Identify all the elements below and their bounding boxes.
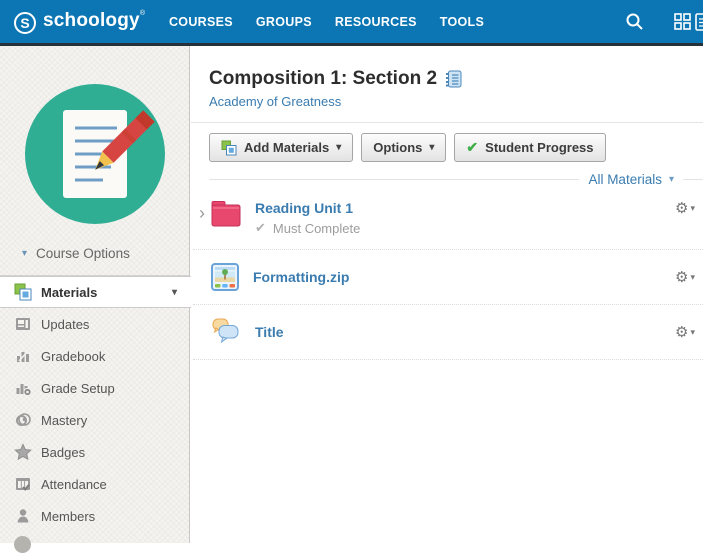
sidebar-item-partial-icon <box>14 536 31 553</box>
course-options-label: Course Options <box>36 246 130 261</box>
student-progress-label: Student Progress <box>485 140 593 155</box>
sidebar-item-label: Gradebook <box>41 349 105 364</box>
chevron-down-icon: ▾ <box>690 203 695 214</box>
add-materials-icon <box>221 140 237 156</box>
gradebook-icon <box>14 347 32 365</box>
badges-icon <box>14 443 32 461</box>
course-options-toggle[interactable]: ▾ Course Options <box>22 246 189 261</box>
expand-folder-chevron[interactable]: › <box>199 203 205 223</box>
course-menu: Materials ▾ Updates Gradebook <box>0 276 189 532</box>
material-link[interactable]: Reading Unit 1 <box>255 200 360 216</box>
gear-icon: ⚙ <box>675 199 688 217</box>
logo-text: schoology <box>43 10 140 31</box>
sidebar-item-label: Grade Setup <box>41 381 115 396</box>
attendance-icon <box>14 475 32 493</box>
grade-setup-icon <box>14 379 32 397</box>
chevron-down-icon: ▾ <box>690 327 695 338</box>
materials-list: › Reading Unit 1 ✔ Must Complete ⚙ ▾ <box>193 187 703 360</box>
sidebar-item-label: Badges <box>41 445 85 460</box>
material-row-folder: › Reading Unit 1 ✔ Must Complete ⚙ ▾ <box>193 187 703 250</box>
options-label: Options <box>373 140 422 155</box>
material-row-file: Formatting.zip ⚙ ▾ <box>193 250 703 305</box>
logo-trademark: ® <box>140 10 145 17</box>
notebook-icon <box>445 70 462 88</box>
row-settings-gear[interactable]: ⚙ ▾ <box>675 199 695 217</box>
calendar-icon[interactable] <box>695 12 703 32</box>
materials-toolbar: Add Materials ▾ Options ▾ ✔ Student Prog… <box>209 133 703 162</box>
school-link[interactable]: Academy of Greatness <box>209 94 703 109</box>
nav-resources[interactable]: RESOURCES <box>335 15 417 29</box>
sidebar-item-updates[interactable]: Updates <box>0 308 189 340</box>
course-avatar <box>25 84 165 224</box>
sidebar-item-mastery[interactable]: Mastery <box>0 404 189 436</box>
page-title: Composition 1: Section 2 <box>209 68 437 90</box>
members-icon <box>14 507 32 525</box>
material-row-discussion: Title ⚙ ▾ <box>193 305 703 360</box>
primary-nav: COURSES GROUPS RESOURCES TOOLS <box>169 15 484 29</box>
divider-line <box>209 179 579 180</box>
divider-line <box>683 179 703 180</box>
add-materials-button[interactable]: Add Materials ▾ <box>209 133 353 162</box>
mastery-icon <box>14 411 32 429</box>
content-divider <box>191 122 703 123</box>
materials-icon <box>14 283 32 301</box>
sidebar-item-materials[interactable]: Materials ▾ <box>0 276 191 308</box>
gear-icon: ⚙ <box>675 323 688 341</box>
main-content: Composition 1: Section 2 Academy of Grea… <box>191 46 703 543</box>
folder-icon[interactable] <box>211 200 241 228</box>
chevron-down-icon: ▾ <box>172 287 177 298</box>
sidebar-item-label: Attendance <box>41 477 107 492</box>
sidebar-item-label: Members <box>41 509 95 524</box>
nav-courses[interactable]: COURSES <box>169 15 233 29</box>
options-button[interactable]: Options ▾ <box>361 133 446 162</box>
gear-icon: ⚙ <box>675 268 688 286</box>
nav-groups[interactable]: GROUPS <box>256 15 312 29</box>
search-icon[interactable] <box>625 12 644 31</box>
file-package-icon[interactable] <box>211 263 239 291</box>
material-link[interactable]: Title <box>255 324 284 340</box>
row-settings-gear[interactable]: ⚙ ▾ <box>675 268 695 286</box>
checkmark-icon: ✔ <box>255 220 266 236</box>
sidebar-item-badges[interactable]: Badges <box>0 436 189 468</box>
material-link[interactable]: Formatting.zip <box>253 269 349 285</box>
chevron-down-icon: ▾ <box>690 272 695 283</box>
top-navbar: S schoology® COURSES GROUPS RESOURCES TO… <box>0 0 703 46</box>
note-and-pencil-icon <box>25 84 165 224</box>
filter-label: All Materials <box>588 172 662 187</box>
apps-grid-icon[interactable] <box>674 13 691 30</box>
sidebar-item-label: Materials <box>41 285 97 300</box>
schoology-logo[interactable]: S schoology® <box>14 10 145 34</box>
sidebar-item-grade-setup[interactable]: Grade Setup <box>0 372 189 404</box>
chevron-down-icon: ▾ <box>669 174 674 185</box>
materials-filter-row: All Materials ▾ <box>209 172 703 187</box>
sidebar-item-label: Mastery <box>41 413 87 428</box>
sidebar-item-gradebook[interactable]: Gradebook <box>0 340 189 372</box>
discussion-icon[interactable] <box>211 318 241 346</box>
chevron-down-icon: ▾ <box>336 142 341 153</box>
nav-tools[interactable]: TOOLS <box>440 15 484 29</box>
sidebar-item-label: Updates <box>41 317 89 332</box>
add-materials-label: Add Materials <box>244 140 329 155</box>
course-sidebar: ▾ Course Options Materials ▾ Updates <box>0 46 190 543</box>
must-complete-badge: Must Complete <box>273 221 360 236</box>
sidebar-item-attendance[interactable]: Attendance <box>0 468 189 500</box>
schoology-s-icon: S <box>14 12 36 34</box>
all-materials-filter[interactable]: All Materials ▾ <box>579 172 683 187</box>
checkmark-icon: ✔ <box>466 139 478 156</box>
row-settings-gear[interactable]: ⚙ ▾ <box>675 323 695 341</box>
chevron-down-icon: ▾ <box>22 248 27 259</box>
chevron-down-icon: ▾ <box>429 142 434 153</box>
updates-icon <box>14 315 32 333</box>
student-progress-button[interactable]: ✔ Student Progress <box>454 133 605 162</box>
sidebar-item-members[interactable]: Members <box>0 500 189 532</box>
